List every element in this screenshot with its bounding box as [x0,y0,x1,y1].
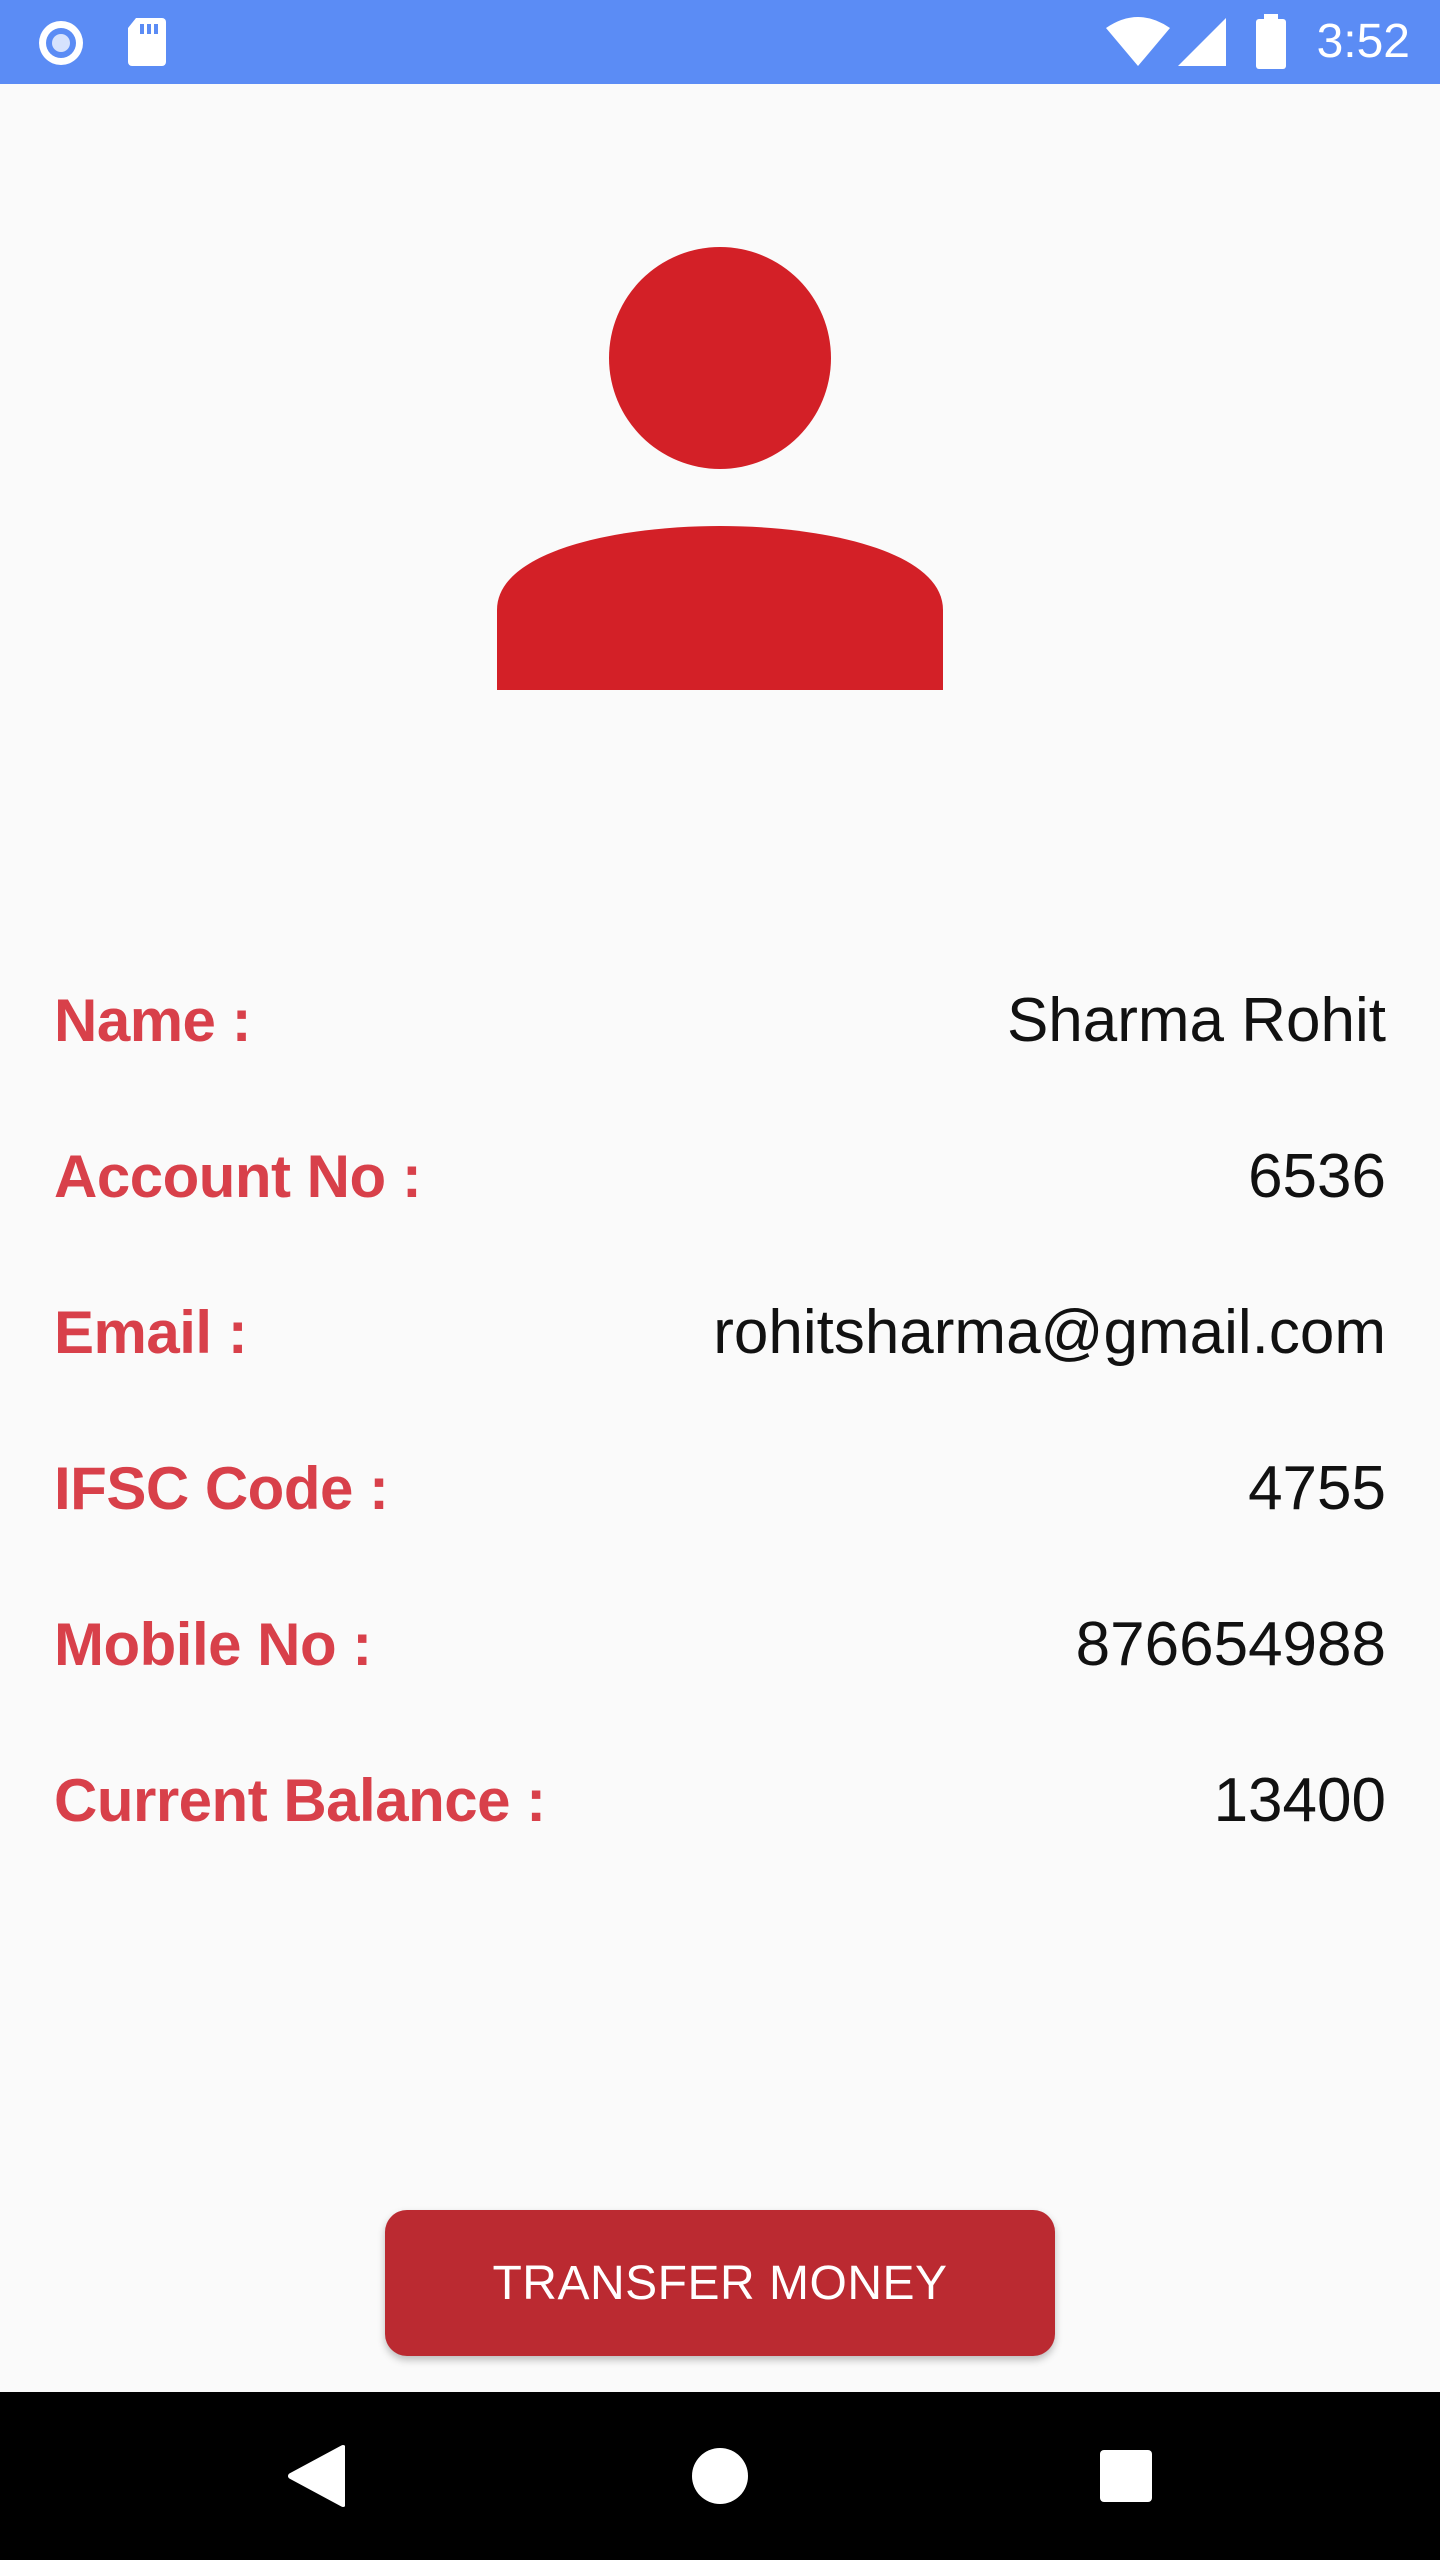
name-value: Sharma Rohit [1006,985,1386,1055]
navigation-bar [0,2392,1440,2560]
sd-card-icon [128,18,166,66]
current-balance-value: 13400 [1213,1765,1386,1835]
wifi-icon [1106,17,1170,66]
current-balance-label: Current Balance : [54,1766,546,1834]
account-no-label: Account No : [54,1142,422,1210]
clock-time: 3:52 [1316,15,1410,68]
battery-icon [1256,14,1286,69]
mobile-no-label: Mobile No : [54,1610,372,1678]
email-value: rohitsharma@gmail.com [713,1297,1386,1367]
person-icon [497,247,943,690]
recents-button[interactable] [1076,2426,1176,2526]
detail-row-balance: Current Balance : 13400 [54,1722,1386,1878]
status-bar: 3:52 [0,0,1440,84]
detail-row-ifsc: IFSC Code : 4755 [54,1410,1386,1566]
back-icon [288,2445,345,2507]
detail-row-name: Name : Sharma Rohit [54,942,1386,1098]
back-button[interactable] [265,2426,365,2526]
home-icon [692,2448,748,2504]
detail-row-mobile: Mobile No : 876654988 [54,1566,1386,1722]
account-details: Name : Sharma Rohit Account No : 6536 Em… [54,942,1386,1878]
recents-icon [1100,2450,1152,2502]
ifsc-label: IFSC Code : [54,1454,389,1522]
home-button[interactable] [670,2426,770,2526]
name-label: Name : [54,986,252,1054]
transfer-money-button[interactable]: TRANSFER MONEY [385,2210,1055,2356]
signal-icon [1178,18,1226,66]
record-icon [39,21,83,65]
email-label: Email : [54,1298,248,1366]
account-no-value: 6536 [1248,1141,1386,1211]
ifsc-value: 4755 [1248,1453,1386,1523]
mobile-no-value: 876654988 [1075,1609,1386,1679]
detail-row-email: Email : rohitsharma@gmail.com [54,1254,1386,1410]
detail-row-account: Account No : 6536 [54,1098,1386,1254]
